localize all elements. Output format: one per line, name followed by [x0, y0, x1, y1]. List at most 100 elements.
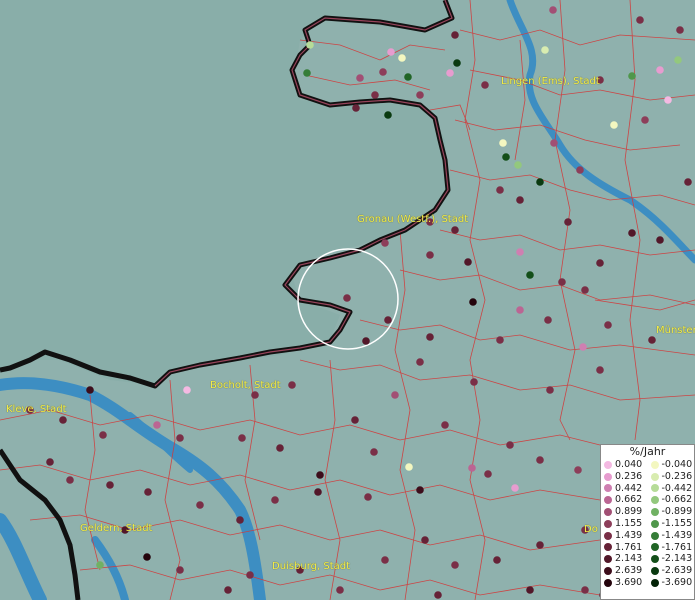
data-point-marker[interactable] — [641, 116, 649, 124]
data-point-marker[interactable] — [574, 466, 582, 474]
data-point-marker[interactable] — [536, 178, 544, 186]
data-point-marker[interactable] — [656, 236, 664, 244]
data-point-marker[interactable] — [196, 501, 204, 509]
data-point-marker[interactable] — [506, 441, 514, 449]
data-point-marker[interactable] — [362, 337, 370, 345]
data-point-marker[interactable] — [316, 471, 324, 479]
data-point-marker[interactable] — [303, 69, 311, 77]
data-point-marker[interactable] — [453, 59, 461, 67]
data-point-marker[interactable] — [451, 561, 459, 569]
data-point-marker[interactable] — [404, 73, 412, 81]
data-point-marker[interactable] — [628, 72, 636, 80]
data-point-marker[interactable] — [484, 470, 492, 478]
data-point-marker[interactable] — [370, 448, 378, 456]
data-point-marker[interactable] — [541, 46, 549, 54]
data-point-marker[interactable] — [628, 229, 636, 237]
data-point-marker[interactable] — [336, 586, 344, 594]
data-point-marker[interactable] — [246, 571, 254, 579]
data-point-marker[interactable] — [306, 41, 314, 49]
data-point-marker[interactable] — [496, 186, 504, 194]
data-point-marker[interactable] — [446, 69, 454, 77]
data-point-marker[interactable] — [526, 586, 534, 594]
data-point-marker[interactable] — [416, 358, 424, 366]
data-point-marker[interactable] — [581, 586, 589, 594]
data-point-marker[interactable] — [526, 271, 534, 279]
data-point-marker[interactable] — [493, 556, 501, 564]
data-point-marker[interactable] — [451, 31, 459, 39]
data-point-marker[interactable] — [288, 381, 296, 389]
data-point-marker[interactable] — [251, 391, 259, 399]
data-point-marker[interactable] — [314, 488, 322, 496]
data-point-marker[interactable] — [499, 139, 507, 147]
data-point-marker[interactable] — [579, 343, 587, 351]
map-view[interactable]: Lingen (Ems), Stadt Gronau (Westf.), Sta… — [0, 0, 695, 600]
data-point-marker[interactable] — [514, 161, 522, 169]
data-point-marker[interactable] — [391, 391, 399, 399]
data-point-marker[interactable] — [99, 431, 107, 439]
data-point-marker[interactable] — [468, 464, 476, 472]
data-point-marker[interactable] — [86, 386, 94, 394]
data-point-marker[interactable] — [676, 26, 684, 34]
data-point-marker[interactable] — [558, 278, 566, 286]
data-point-marker[interactable] — [502, 153, 510, 161]
data-point-marker[interactable] — [271, 496, 279, 504]
data-point-marker[interactable] — [236, 516, 244, 524]
data-point-marker[interactable] — [183, 386, 191, 394]
data-point-marker[interactable] — [674, 56, 682, 64]
data-point-marker[interactable] — [379, 68, 387, 76]
data-point-marker[interactable] — [469, 298, 477, 306]
data-point-marker[interactable] — [384, 111, 392, 119]
data-point-marker[interactable] — [550, 139, 558, 147]
data-point-marker[interactable] — [351, 416, 359, 424]
data-point-marker[interactable] — [59, 416, 67, 424]
data-point-marker[interactable] — [546, 386, 554, 394]
data-point-marker[interactable] — [496, 336, 504, 344]
data-point-marker[interactable] — [384, 316, 392, 324]
data-point-marker[interactable] — [381, 556, 389, 564]
data-point-marker[interactable] — [481, 81, 489, 89]
data-point-marker[interactable] — [46, 458, 54, 466]
data-point-marker[interactable] — [176, 434, 184, 442]
data-point-marker[interactable] — [656, 66, 664, 74]
data-point-marker[interactable] — [371, 91, 379, 99]
data-point-marker[interactable] — [381, 239, 389, 247]
data-point-marker[interactable] — [464, 258, 472, 266]
data-point-marker[interactable] — [441, 421, 449, 429]
data-point-marker[interactable] — [516, 248, 524, 256]
data-point-marker[interactable] — [636, 16, 644, 24]
data-point-marker[interactable] — [684, 178, 692, 186]
data-point-marker[interactable] — [581, 286, 589, 294]
data-point-marker[interactable] — [356, 74, 364, 82]
data-point-marker[interactable] — [426, 251, 434, 259]
data-point-marker[interactable] — [610, 121, 618, 129]
data-point-marker[interactable] — [536, 541, 544, 549]
data-point-marker[interactable] — [516, 306, 524, 314]
data-point-marker[interactable] — [596, 366, 604, 374]
data-point-marker[interactable] — [421, 536, 429, 544]
data-point-marker[interactable] — [153, 421, 161, 429]
data-point-marker[interactable] — [144, 488, 152, 496]
data-point-marker[interactable] — [106, 481, 114, 489]
data-point-marker[interactable] — [470, 378, 478, 386]
data-point-marker[interactable] — [536, 456, 544, 464]
data-point-marker[interactable] — [549, 6, 557, 14]
data-point-marker[interactable] — [516, 196, 524, 204]
data-point-marker[interactable] — [544, 316, 552, 324]
data-point-marker[interactable] — [511, 484, 519, 492]
data-point-marker[interactable] — [416, 91, 424, 99]
data-point-marker[interactable] — [416, 486, 424, 494]
data-point-marker[interactable] — [352, 104, 360, 112]
data-point-marker[interactable] — [343, 294, 351, 302]
data-point-marker[interactable] — [364, 493, 372, 501]
data-point-marker[interactable] — [224, 586, 232, 594]
data-point-marker[interactable] — [596, 259, 604, 267]
data-point-marker[interactable] — [426, 333, 434, 341]
data-point-marker[interactable] — [66, 476, 74, 484]
data-point-marker[interactable] — [143, 553, 151, 561]
data-point-marker[interactable] — [434, 591, 442, 599]
data-point-marker[interactable] — [576, 166, 584, 174]
data-point-marker[interactable] — [176, 566, 184, 574]
data-point-marker[interactable] — [398, 54, 406, 62]
data-point-marker[interactable] — [405, 463, 413, 471]
data-point-marker[interactable] — [564, 218, 572, 226]
